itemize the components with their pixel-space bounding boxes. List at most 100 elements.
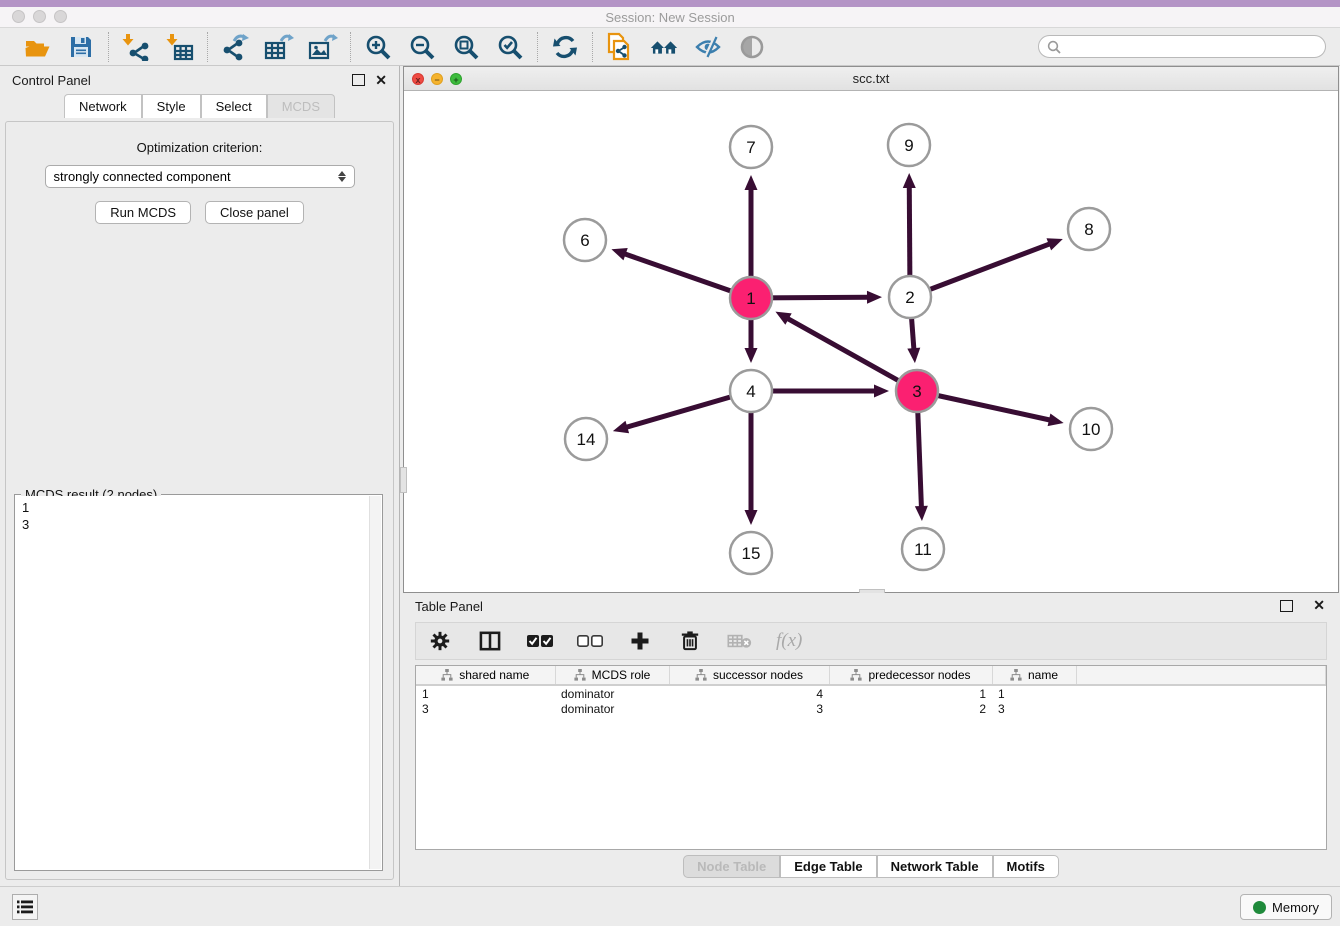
save-session-button[interactable] [66,32,96,62]
edge-arrowhead [745,348,758,363]
tab-node-table[interactable]: Node Table [683,855,780,878]
open-file-button[interactable] [22,32,52,62]
column-header-successor-nodes[interactable]: successor nodes [669,666,829,685]
apply-layout-button[interactable] [550,32,580,62]
float-panel-icon[interactable] [352,74,365,86]
function-builder-button-disabled[interactable]: f(x) [776,630,802,652]
save-icon [69,35,93,59]
attribute-tree-icon [850,669,862,681]
tab-motifs[interactable]: Motifs [993,855,1059,878]
graph-edge-3-1[interactable] [787,318,917,391]
task-history-button[interactable] [12,894,38,920]
graph-node-label: 1 [746,289,755,308]
checked-boxes-icon [527,634,553,648]
hide-button[interactable] [693,32,723,62]
zoom-fit-button[interactable] [451,32,481,62]
table-cell[interactable]: dominator [555,685,669,701]
export-image-button[interactable] [308,32,338,62]
home-button[interactable] [649,32,679,62]
table-settings-button[interactable] [426,627,454,655]
table-row[interactable]: 3dominator323 [416,701,1326,717]
toggle-view-button[interactable] [737,32,767,62]
run-mcds-button[interactable]: Run MCDS [95,201,191,224]
column-header-name[interactable]: name [992,666,1076,685]
main-toolbar [0,28,1340,66]
search-input[interactable] [1066,40,1317,54]
deselect-all-button[interactable] [576,627,604,655]
column-header-mcds-role[interactable]: MCDS role [555,666,669,685]
table-cell[interactable]: dominator [555,701,669,717]
export-table-button[interactable] [264,32,294,62]
clone-network-button[interactable] [605,32,635,62]
zoom-selected-button[interactable] [495,32,525,62]
memory-button[interactable]: Memory [1240,894,1332,920]
edge-arrowhead [867,291,882,304]
main-titlebar[interactable]: Session: New Session [0,7,1340,28]
network-window-titlebar[interactable]: x − + scc.txt [404,67,1338,91]
attribute-tree-icon [1010,669,1022,681]
export-image-icon [308,33,338,61]
add-column-button[interactable] [626,627,654,655]
node-table[interactable]: shared nameMCDS rolesuccessor nodesprede… [415,665,1327,850]
table-cell[interactable]: 3 [992,701,1076,717]
table-cell[interactable]: 4 [669,685,829,701]
table-close-icon[interactable]: ✕ [1313,598,1325,612]
column-header-predecessor-nodes[interactable]: predecessor nodes [829,666,992,685]
edge-arrowhead [1046,238,1062,250]
tab-edge-table[interactable]: Edge Table [780,855,876,878]
network-minimize-icon[interactable]: − [431,73,443,85]
export-network-button[interactable] [220,32,250,62]
mcds-result-list[interactable]: 13 [16,496,369,869]
column-header-shared-name[interactable]: shared name [416,666,555,685]
mcds-panel: Optimization criterion: strongly connect… [5,121,394,880]
table-cell[interactable]: 1 [829,685,992,701]
table-cell[interactable]: 1 [992,685,1076,701]
import-network-button[interactable] [121,32,151,62]
edge-arrowhead [1048,413,1064,426]
close-panel-button[interactable]: Close panel [205,201,304,224]
double-home-icon [649,35,679,59]
application-window: Session: New Session [0,0,1340,926]
zoom-in-button[interactable] [363,32,393,62]
table-float-icon[interactable] [1280,600,1293,612]
table-cell[interactable]: 3 [416,701,555,717]
tab-style[interactable]: Style [142,94,201,118]
delete-table-button-disabled[interactable] [726,627,754,655]
zoom-out-icon [409,34,435,60]
delete-column-button[interactable] [676,627,704,655]
table-delete-icon [727,632,753,650]
search-field[interactable] [1038,35,1326,58]
graph-node-label: 3 [912,382,921,401]
optimization-label: Optimization criterion: [6,140,393,155]
tab-mcds[interactable]: MCDS [267,94,335,118]
graph-edge-2-8[interactable] [910,244,1051,297]
network-close-icon[interactable]: x [412,73,424,85]
optimization-select[interactable]: strongly connected component [45,165,355,188]
table-cell[interactable]: 3 [669,701,829,717]
close-panel-icon[interactable]: ✕ [375,73,387,87]
eye-slash-icon [694,35,722,59]
result-scrollbar[interactable] [369,496,381,869]
network-maximize-icon[interactable]: + [450,73,462,85]
graph-node-label: 15 [742,544,761,563]
table-cell-empty [1076,701,1326,717]
status-bar: Memory [0,886,1340,926]
columns-icon [479,631,501,651]
edge-arrowhead [903,173,916,188]
import-table-button[interactable] [165,32,195,62]
table-row[interactable]: 1dominator411 [416,685,1326,701]
edge-arrowhead [745,175,758,190]
network-canvas[interactable]: 7968124314101511 [404,91,1338,592]
tab-network-table[interactable]: Network Table [877,855,993,878]
show-column-button[interactable] [476,627,504,655]
table-cell[interactable]: 1 [416,685,555,701]
network-graph[interactable]: 7968124314101511 [404,91,1338,592]
select-all-button[interactable] [526,627,554,655]
tab-network[interactable]: Network [64,94,142,118]
import-network-icon [122,33,150,61]
zoom-out-button[interactable] [407,32,437,62]
graph-node-label: 6 [580,231,589,250]
vertical-splitter-grip[interactable] [400,467,407,493]
table-cell[interactable]: 2 [829,701,992,717]
tab-select[interactable]: Select [201,94,267,118]
